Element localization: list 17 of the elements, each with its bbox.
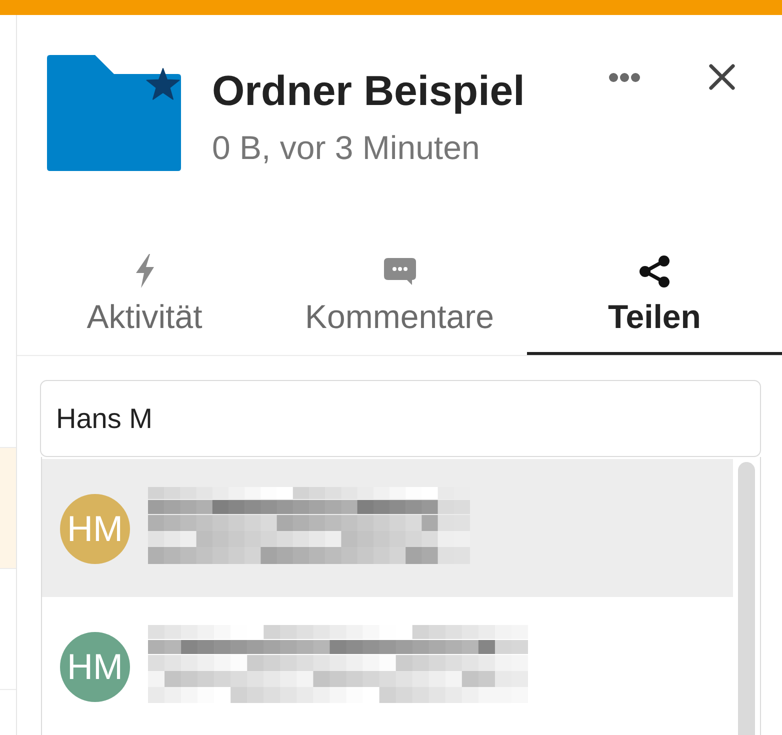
search-field[interactable]: Hans M xyxy=(40,380,761,457)
tab[interactable]: Kommentare xyxy=(272,250,527,355)
folder-title: Ordner Beispiel xyxy=(212,67,526,115)
more-icon xyxy=(608,72,640,82)
close-icon xyxy=(709,64,735,90)
folder-details: 0 B, vor 3 Minuten xyxy=(212,128,481,168)
tab[interactable]: Aktivität xyxy=(17,250,272,355)
speech-bubble-icon xyxy=(384,258,416,284)
folder-icon xyxy=(47,55,181,171)
lightning-icon xyxy=(134,254,156,288)
tab[interactable]: Teilen xyxy=(527,250,782,355)
list-row[interactable] xyxy=(0,447,16,568)
user-avatar: HM xyxy=(60,632,130,702)
suggestion-item[interactable]: HM xyxy=(42,597,733,735)
share-icon xyxy=(639,254,670,288)
scrollbar-thumb[interactable] xyxy=(738,462,755,735)
user-avatar: HM xyxy=(60,494,130,564)
